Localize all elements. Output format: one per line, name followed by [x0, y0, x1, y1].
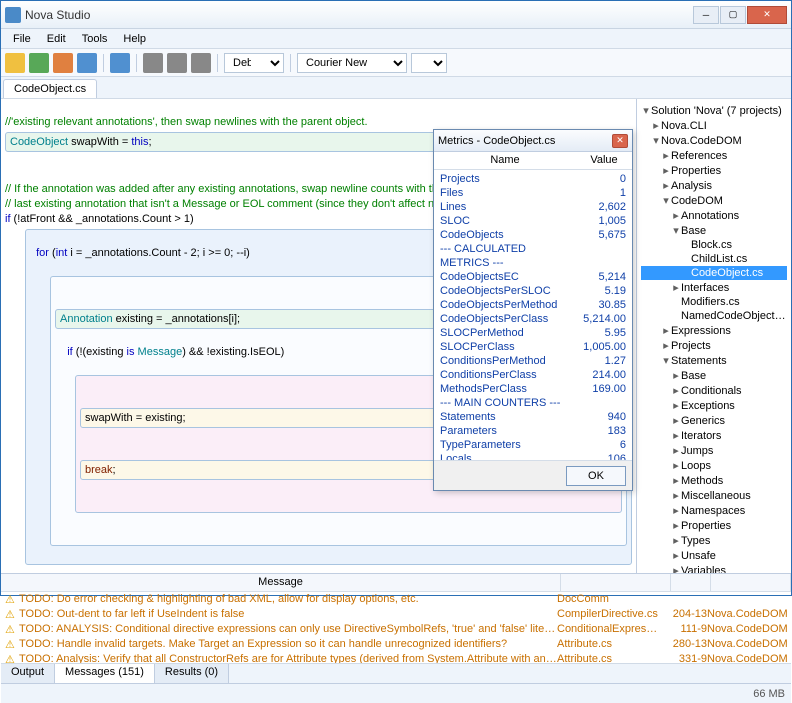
metric-row: CodeObjects5,675 [434, 228, 632, 242]
tree-item[interactable]: ▸Unsafe [641, 548, 787, 563]
col-message[interactable]: Message [1, 574, 561, 591]
tree-item[interactable]: ▸Types [641, 533, 787, 548]
tree-item[interactable]: ChildList.cs [641, 252, 787, 266]
statusbar: 66 MB [1, 683, 791, 703]
message-row[interactable]: ⚠TODO: Do error checking & highlighting … [1, 592, 791, 607]
tree-item[interactable]: ▸Base [641, 368, 787, 383]
message-row[interactable]: ⚠TODO: Handle invalid targets. Make Targ… [1, 637, 791, 652]
tree-item[interactable]: ▾Base [641, 223, 787, 238]
tree-item[interactable]: ▸Jumps [641, 443, 787, 458]
message-row[interactable]: ⚠TODO: ANALYSIS: Conditional directive e… [1, 622, 791, 637]
toolbar-btn-6[interactable] [143, 53, 163, 73]
menu-edit[interactable]: Edit [39, 31, 74, 47]
ok-button[interactable]: OK [566, 466, 626, 486]
memory-indicator: 66 MB [753, 688, 785, 700]
metric-row: Parameters183 [434, 424, 632, 438]
tabstrip: CodeObject.cs [1, 77, 791, 99]
metric-row: ConditionsPerMethod1.27 [434, 354, 632, 368]
messages-panel: Message ⚠TODO: Do error checking & highl… [1, 573, 791, 683]
metric-row: Projects0 [434, 172, 632, 186]
metrics-close-button[interactable]: ✕ [612, 134, 628, 148]
tree-item[interactable]: ▸Annotations [641, 208, 787, 223]
metric-row: TypeParameters6 [434, 438, 632, 452]
message-row[interactable]: ⚠TODO: Out-dent to far left if UseIndent… [1, 607, 791, 622]
size-select[interactable]: 13 [411, 53, 447, 73]
toolbar-btn-7[interactable] [167, 53, 187, 73]
metric-row: SLOCPerClass1,005.00 [434, 340, 632, 354]
metric-row: ConditionsPerClass214.00 [434, 368, 632, 382]
col-name[interactable]: Name [434, 152, 576, 169]
tree-item[interactable]: ▸Loops [641, 458, 787, 473]
metric-row: CodeObjectsPerMethod30.85 [434, 298, 632, 312]
editor-tab[interactable]: CodeObject.cs [3, 79, 97, 98]
tree-item[interactable]: ▸Methods [641, 473, 787, 488]
tree-item[interactable]: ▸Nova.CLI [641, 118, 787, 133]
toolbar: Debug - x86 Courier New 13 [1, 49, 791, 77]
metric-row: CodeObjectsEC5,214 [434, 270, 632, 284]
metric-row: CodeObjectsPerClass5,214.00 [434, 312, 632, 326]
close-button[interactable]: ✕ [747, 6, 787, 24]
tree-item[interactable]: ▸Projects [641, 338, 787, 353]
tree-item[interactable]: ▸Miscellaneous [641, 488, 787, 503]
tree-item[interactable]: ▸Analysis [641, 178, 787, 193]
menu-tools[interactable]: Tools [74, 31, 116, 47]
metric-row: Locals106 [434, 452, 632, 460]
tree-item[interactable]: CodeObject.cs [641, 266, 787, 280]
tree-item[interactable]: ▸Conditionals [641, 383, 787, 398]
menu-file[interactable]: File [5, 31, 39, 47]
metric-row: CodeObjectsPerSLOC5.19 [434, 284, 632, 298]
metric-row: Files1 [434, 186, 632, 200]
metrics-title: Metrics - CodeObject.cs [438, 135, 555, 147]
tab-messages[interactable]: Messages (151) [55, 664, 155, 683]
metric-row: --- CALCULATED METRICS --- [434, 242, 632, 270]
tree-item[interactable]: Block.cs [641, 238, 787, 252]
tree-item[interactable]: NamedCodeObjectDictionary.cs [641, 309, 787, 323]
tree-item[interactable]: ▸Variables [641, 563, 787, 573]
tree-item[interactable]: ▸Iterators [641, 428, 787, 443]
tree-item[interactable]: ▸Properties [641, 163, 787, 178]
config-select[interactable]: Debug - x86 [224, 53, 284, 73]
metric-row: MethodsPerClass169.00 [434, 382, 632, 396]
metric-row: SLOC1,005 [434, 214, 632, 228]
tree-item[interactable]: ▸Namespaces [641, 503, 787, 518]
tree-item[interactable]: ▸Interfaces [641, 280, 787, 295]
maximize-button[interactable]: ▢ [720, 6, 746, 24]
tree-item[interactable]: ▸Properties [641, 518, 787, 533]
solution-explorer[interactable]: ▾Solution 'Nova' (7 projects)▸Nova.CLI▾N… [636, 99, 791, 573]
tree-item[interactable]: ▸Expressions [641, 323, 787, 338]
toolbar-btn-3[interactable] [53, 53, 73, 73]
tree-item[interactable]: ▾CodeDOM [641, 193, 787, 208]
tree-item[interactable]: ▸Exceptions [641, 398, 787, 413]
metric-row: SLOCPerMethod5.95 [434, 326, 632, 340]
metrics-dialog: Metrics - CodeObject.cs ✕ Name Value Pro… [433, 129, 633, 491]
toolbar-btn-4[interactable] [77, 53, 97, 73]
font-select[interactable]: Courier New [297, 53, 407, 73]
tree-item[interactable]: ▸Generics [641, 413, 787, 428]
metric-row: Statements940 [434, 410, 632, 424]
tree-item[interactable]: ▾Nova.CodeDOM [641, 133, 787, 148]
window-title: Nova Studio [25, 8, 693, 22]
metric-row: Lines2,602 [434, 200, 632, 214]
message-row[interactable]: ⚠TODO: Analysis: Verify that all Constru… [1, 652, 791, 663]
menu-help[interactable]: Help [115, 31, 154, 47]
tab-output[interactable]: Output [1, 664, 55, 683]
menubar: File Edit Tools Help [1, 29, 791, 49]
minimize-button[interactable]: ─ [693, 6, 719, 24]
col-value[interactable]: Value [576, 152, 632, 169]
toolbar-btn-5[interactable] [110, 53, 130, 73]
titlebar: Nova Studio ─ ▢ ✕ [1, 1, 791, 29]
toolbar-btn-1[interactable] [5, 53, 25, 73]
toolbar-btn-8[interactable] [191, 53, 211, 73]
tree-item[interactable]: ▾Solution 'Nova' (7 projects) [641, 103, 787, 118]
tree-item[interactable]: ▾Statements [641, 353, 787, 368]
tree-item[interactable]: Modifiers.cs [641, 295, 787, 309]
app-icon [5, 7, 21, 23]
toolbar-btn-2[interactable] [29, 53, 49, 73]
metric-row: --- MAIN COUNTERS --- [434, 396, 632, 410]
tree-item[interactable]: ▸References [641, 148, 787, 163]
tab-results[interactable]: Results (0) [155, 664, 229, 683]
